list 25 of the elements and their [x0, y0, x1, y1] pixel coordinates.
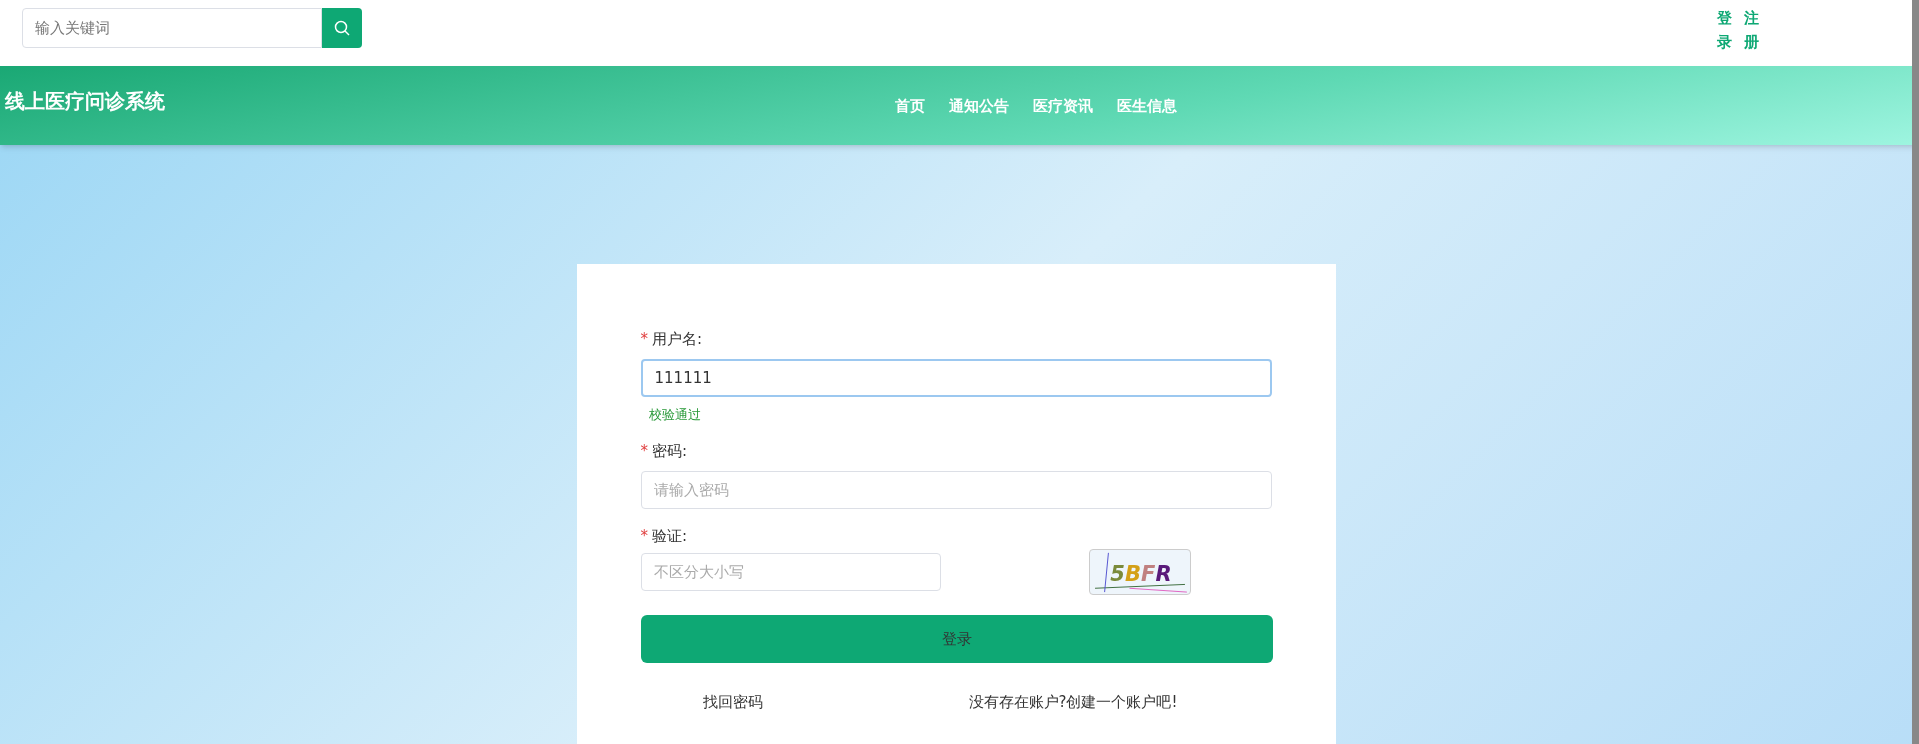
site-title: 线上医疗问诊系统 [5, 88, 165, 115]
input-field[interactable]: 请输入密码 [640, 470, 1272, 509]
forgot-password-link[interactable]: 找回密码 [702, 691, 763, 714]
nav-link[interactable]: 通知公告 [949, 95, 1009, 118]
required-mark: * [640, 525, 648, 547]
nav-link[interactable]: 首页 [895, 95, 925, 118]
field-label: 密码: [652, 441, 688, 462]
field-label: 用户名: [652, 329, 703, 350]
register-link[interactable]: 没有存在账户?创建一个账户吧! [968, 691, 1178, 714]
input-field[interactable]: 不区分大小写 [640, 553, 941, 591]
field-label: 验证: [652, 525, 688, 547]
auth-link[interactable]: 登录 [1717, 6, 1732, 54]
auth-link[interactable]: 注册 [1744, 6, 1759, 54]
captcha-image[interactable]: 5BFR [1088, 549, 1191, 595]
required-mark: * [640, 441, 648, 462]
required-mark: * [640, 329, 648, 350]
search-field[interactable]: 输入关键词 [22, 8, 322, 48]
input-field[interactable]: 111111 [640, 358, 1272, 397]
scrollbar[interactable] [1912, 0, 1919, 744]
login-button[interactable]: 登录 [640, 615, 1273, 663]
search-icon [334, 20, 350, 36]
nav-link[interactable]: 医疗资讯 [1033, 95, 1093, 118]
validation-message: 校验通过 [648, 405, 702, 424]
nav-link[interactable]: 医生信息 [1117, 95, 1177, 118]
search-button[interactable] [322, 8, 362, 48]
